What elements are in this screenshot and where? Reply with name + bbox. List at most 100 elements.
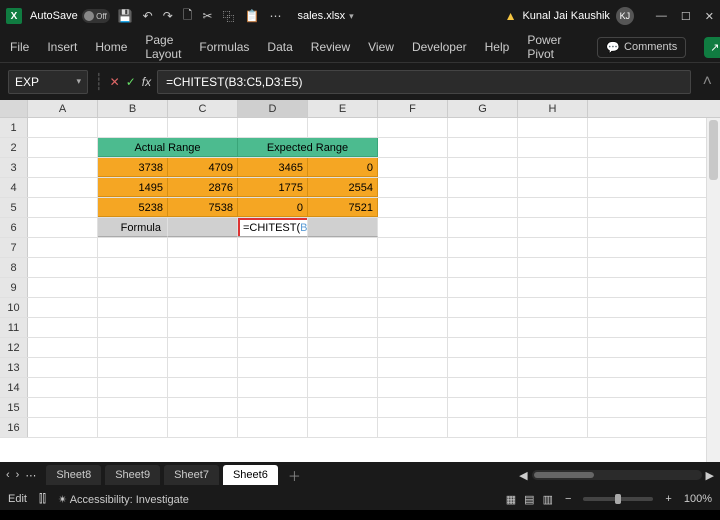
new-file-icon[interactable]: 🗋 (183, 6, 193, 27)
cell[interactable]: 4709 (168, 158, 238, 177)
header-expected[interactable]: Expected Range (238, 138, 378, 157)
filename-box[interactable]: sales.xlsx ▾ (297, 10, 353, 22)
col-header-g[interactable]: G (448, 100, 518, 117)
normal-view-button[interactable]: ▦ (506, 493, 516, 506)
hscroll-left-button[interactable]: ◀ (519, 469, 527, 482)
autosave-toggle[interactable]: AutoSave Off (30, 9, 110, 23)
cell[interactable]: 3738 (98, 158, 168, 177)
sheet-tab[interactable]: Sheet9 (105, 465, 160, 485)
row-header[interactable]: 7 (0, 238, 28, 257)
tab-formulas[interactable]: Formulas (199, 40, 249, 54)
cell[interactable]: 2876 (168, 178, 238, 197)
prev-sheet-button[interactable]: ‹ (6, 469, 10, 482)
minimize-button[interactable]: — (656, 10, 667, 23)
row-header[interactable]: 2 (0, 138, 28, 157)
cell[interactable]: 0 (238, 198, 308, 217)
add-sheet-button[interactable]: ＋ (288, 466, 301, 485)
redo-icon[interactable]: ↷ (163, 9, 173, 23)
tab-power-pivot[interactable]: Power Pivot (527, 33, 561, 61)
sheet-tab[interactable]: Sheet7 (164, 465, 219, 485)
scroll-thumb[interactable] (709, 120, 718, 180)
col-header-a[interactable]: A (28, 100, 98, 117)
col-header-f[interactable]: F (378, 100, 448, 117)
vertical-scrollbar[interactable] (706, 118, 720, 462)
cell[interactable]: 1495 (98, 178, 168, 197)
share-button[interactable]: ↗ (704, 37, 720, 58)
zoom-in-button[interactable]: + (665, 493, 671, 505)
name-box[interactable]: EXP ▾ (8, 70, 88, 94)
select-all-button[interactable] (0, 100, 28, 117)
formula-label-cell[interactable]: Formula (98, 218, 168, 237)
formula-edit-overlay[interactable]: =CHITEST(B3:C5,D3:E5) (238, 218, 308, 237)
col-header-c[interactable]: C (168, 100, 238, 117)
cell[interactable]: 1775 (238, 178, 308, 197)
row-header[interactable]: 16 (0, 418, 28, 437)
scroll-thumb[interactable] (534, 472, 594, 478)
tab-page-layout[interactable]: Page Layout (145, 33, 181, 61)
close-button[interactable]: ✕ (705, 10, 714, 23)
col-header-b[interactable]: B (98, 100, 168, 117)
zoom-slider[interactable] (583, 497, 653, 501)
sheet-tab[interactable]: Sheet8 (46, 465, 101, 485)
row-header[interactable]: 1 (0, 118, 28, 137)
more-icon[interactable]: ⋯ (269, 9, 281, 23)
sheet-tab-active[interactable]: Sheet6 (223, 465, 278, 485)
row-header[interactable]: 13 (0, 358, 28, 377)
tab-insert[interactable]: Insert (47, 40, 77, 54)
zoom-out-button[interactable]: − (565, 493, 571, 505)
row-header[interactable]: 15 (0, 398, 28, 417)
tab-view[interactable]: View (368, 40, 394, 54)
header-actual[interactable]: Actual Range (98, 138, 238, 157)
row-header[interactable]: 5 (0, 198, 28, 217)
cell[interactable]: 5238 (98, 198, 168, 217)
row-header[interactable]: 10 (0, 298, 28, 317)
cell[interactable]: 0 (308, 158, 378, 177)
toggle-switch[interactable]: Off (82, 9, 110, 23)
cell[interactable]: 3465 (238, 158, 308, 177)
cell[interactable] (28, 118, 98, 137)
cut-icon[interactable]: ✂ (202, 9, 212, 23)
tab-data[interactable]: Data (267, 40, 292, 54)
undo-icon[interactable]: ↶ (143, 9, 153, 23)
tab-help[interactable]: Help (485, 40, 510, 54)
cell[interactable]: 7538 (168, 198, 238, 217)
col-header-h[interactable]: H (518, 100, 588, 117)
row-header[interactable]: 4 (0, 178, 28, 197)
enter-formula-button[interactable]: ✓ (126, 75, 136, 89)
row-header[interactable]: 6 (0, 218, 28, 237)
row-header[interactable]: 14 (0, 378, 28, 397)
row-header[interactable]: 12 (0, 338, 28, 357)
paste-icon[interactable]: 📋 (245, 9, 260, 23)
stats-icon[interactable]: ⫿⫿ (39, 493, 46, 506)
zoom-level[interactable]: 100% (684, 493, 712, 505)
comments-button[interactable]: 💬 Comments (597, 37, 686, 58)
formula-input[interactable]: =CHITEST(B3:C5,D3:E5) (157, 70, 691, 94)
row-header[interactable]: 11 (0, 318, 28, 337)
row-header[interactable]: 3 (0, 158, 28, 177)
copy-icon[interactable]: ⿻ (223, 8, 235, 25)
tab-developer[interactable]: Developer (412, 40, 467, 54)
tab-review[interactable]: Review (311, 40, 350, 54)
next-sheet-button[interactable]: › (16, 469, 20, 482)
horizontal-scrollbar[interactable] (532, 470, 702, 480)
maximize-button[interactable]: ☐ (681, 10, 691, 23)
user-account[interactable]: ▲ Kunal Jai Kaushik KJ (505, 7, 634, 25)
tab-file[interactable]: File (10, 40, 29, 54)
save-icon[interactable]: 💾 (118, 9, 133, 23)
tab-home[interactable]: Home (95, 40, 127, 54)
cell[interactable]: 7521 (308, 198, 378, 217)
fx-icon[interactable]: fx (142, 75, 151, 89)
page-break-view-button[interactable]: ▥ (543, 493, 553, 506)
col-header-d[interactable]: D (238, 100, 308, 117)
col-header-e[interactable]: E (308, 100, 378, 117)
all-sheets-button[interactable]: ⋯ (25, 469, 36, 482)
row-header[interactable]: 9 (0, 278, 28, 297)
row-header[interactable]: 8 (0, 258, 28, 277)
cell[interactable]: 2554 (308, 178, 378, 197)
hscroll-right-button[interactable]: ▶ (706, 469, 714, 482)
accessibility-status[interactable]: ✴ Accessibility: Investigate (58, 493, 189, 506)
expand-formula-bar-icon[interactable]: ˄ (703, 73, 712, 91)
formula-result-cell[interactable]: =CHITEST(B3:C5,D3:E5) (238, 218, 308, 237)
page-layout-view-button[interactable]: ▤ (524, 493, 534, 506)
cancel-formula-button[interactable]: ✕ (110, 75, 120, 89)
